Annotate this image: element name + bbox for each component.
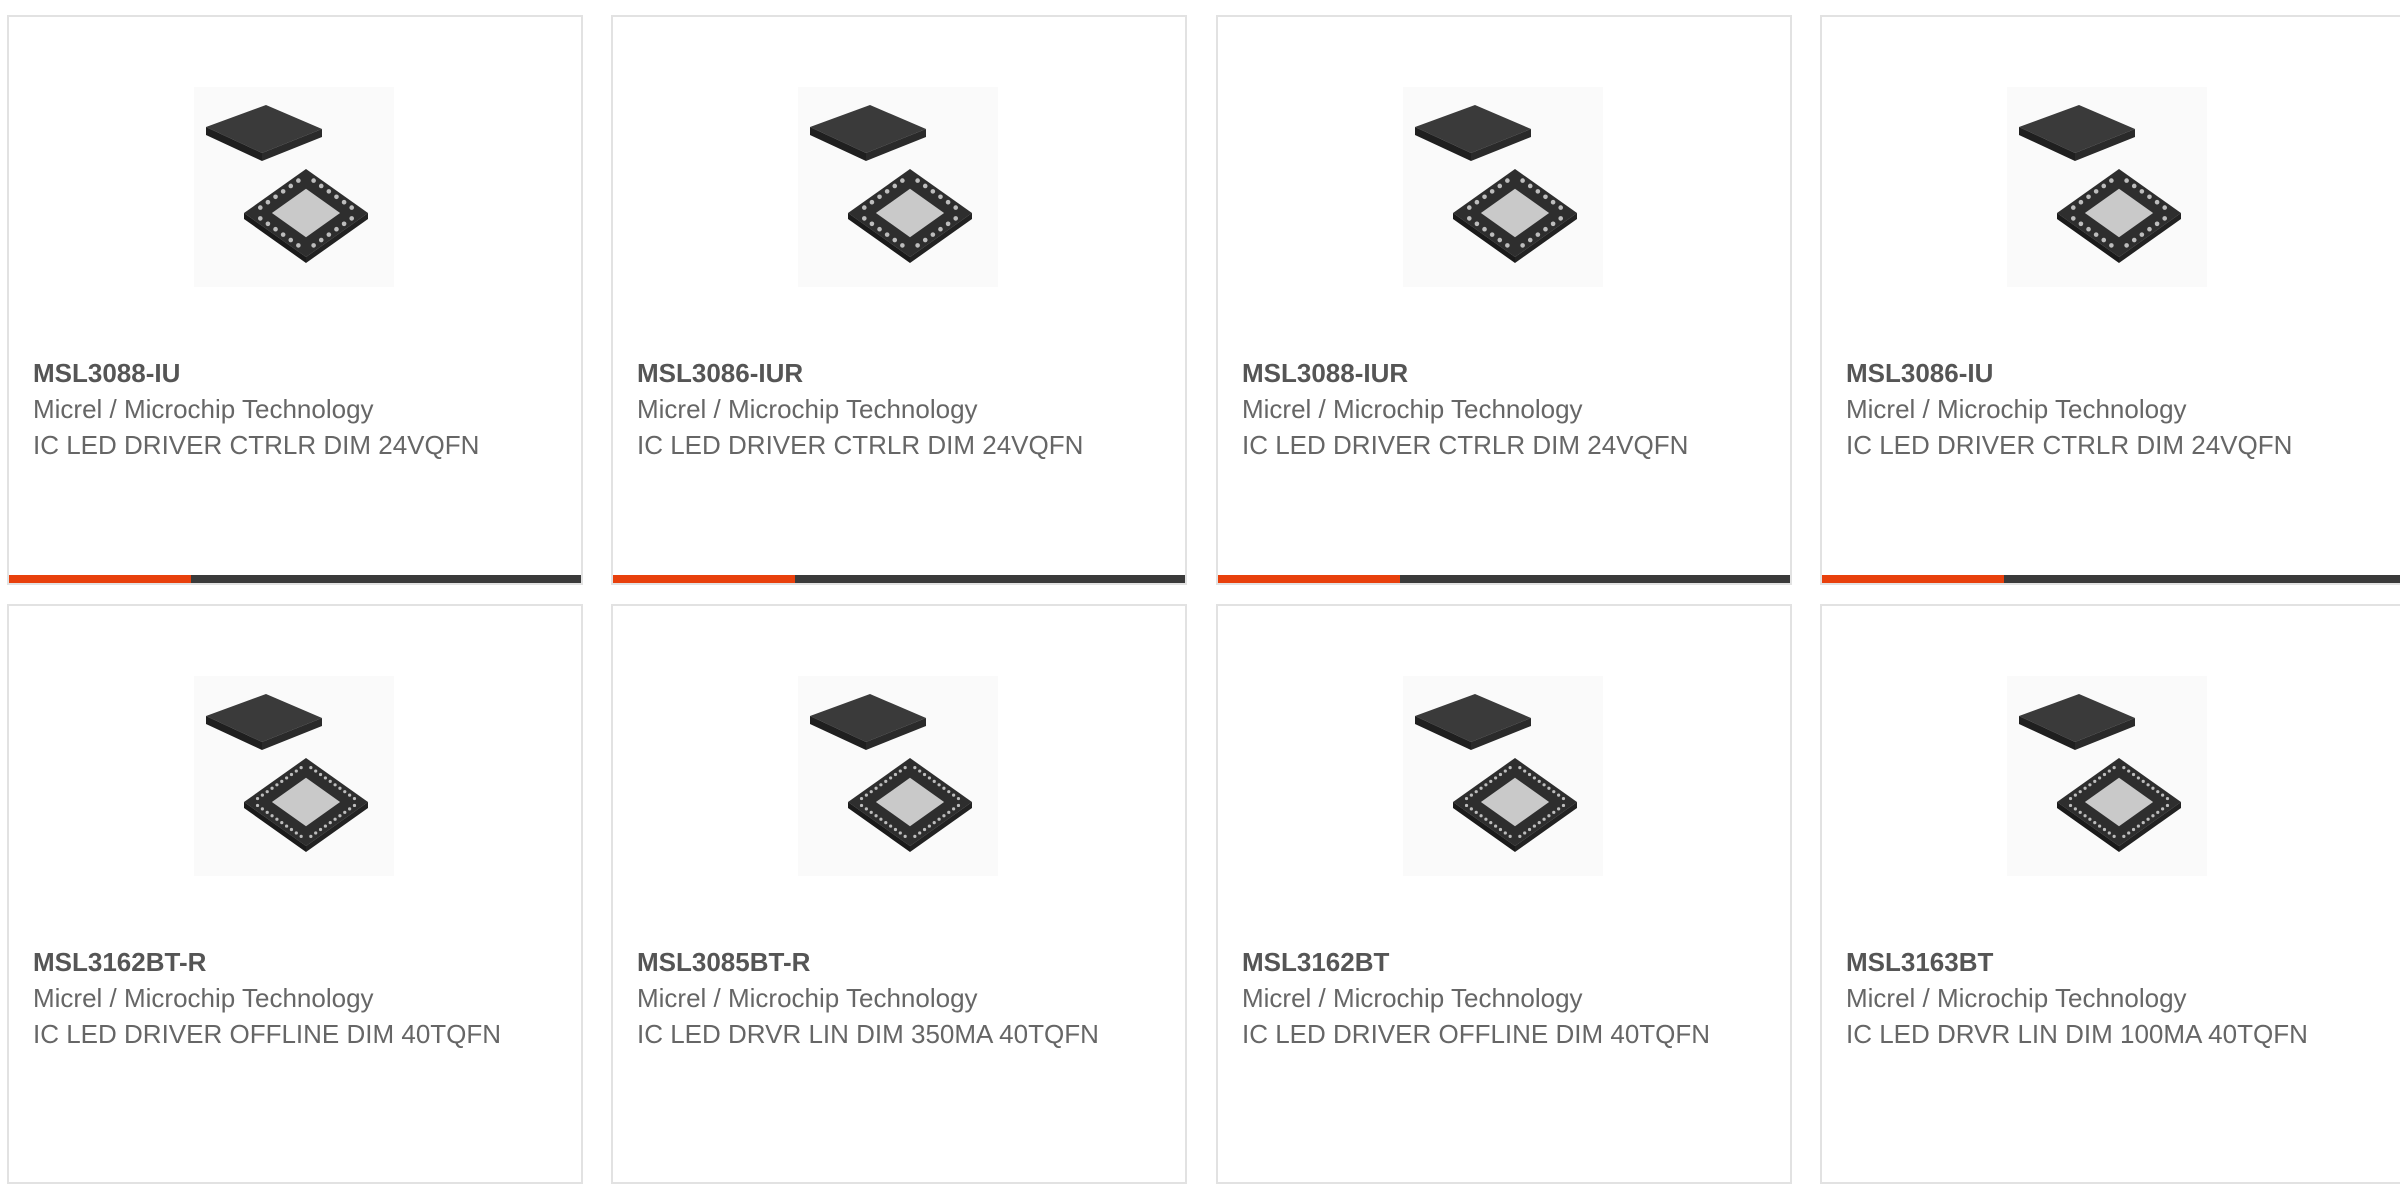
qfn-chip-image[interactable] bbox=[798, 87, 998, 287]
card-accent-bar bbox=[9, 575, 581, 583]
part-number-link[interactable]: MSL3086-IUR bbox=[637, 355, 1157, 391]
description-text: IC LED DRVR LIN DIM 100MA 40TQFN bbox=[1846, 1019, 2308, 1049]
product-card[interactable]: MSL3162BT Micrel / Microchip Technology … bbox=[1216, 604, 1792, 1184]
product-card[interactable]: MSL3086-IUR Micrel / Microchip Technolog… bbox=[611, 15, 1187, 585]
part-number-link[interactable]: MSL3088-IU bbox=[33, 355, 553, 391]
manufacturer-label: Micrel / Microchip Technology bbox=[637, 394, 978, 424]
product-grid: MSL3088-IU Micrel / Microchip Technology… bbox=[0, 0, 2400, 1184]
description-text: IC LED DRIVER OFFLINE DIM 40TQFN bbox=[33, 1019, 502, 1049]
product-card[interactable]: MSL3088-IUR Micrel / Microchip Technolog… bbox=[1216, 15, 1792, 585]
card-accent-bar bbox=[613, 575, 1185, 583]
part-number-link[interactable]: MSL3088-IUR bbox=[1242, 355, 1762, 391]
part-number-link[interactable]: MSL3085BT-R bbox=[637, 944, 1157, 980]
manufacturer-label: Micrel / Microchip Technology bbox=[1242, 983, 1583, 1013]
manufacturer-label: Micrel / Microchip Technology bbox=[637, 983, 978, 1013]
product-card[interactable]: MSL3163BT Micrel / Microchip Technology … bbox=[1820, 604, 2400, 1184]
tqfn-chip-image[interactable] bbox=[194, 676, 394, 876]
part-number-link[interactable]: MSL3086-IU bbox=[1846, 355, 2366, 391]
part-number-link[interactable]: MSL3162BT-R bbox=[33, 944, 553, 980]
description-text: IC LED DRVR LIN DIM 350MA 40TQFN bbox=[637, 1019, 1099, 1049]
manufacturer-label: Micrel / Microchip Technology bbox=[1242, 394, 1583, 424]
description-text: IC LED DRIVER CTRLR DIM 24VQFN bbox=[637, 430, 1084, 460]
manufacturer-label: Micrel / Microchip Technology bbox=[1846, 983, 2187, 1013]
qfn-chip-image[interactable] bbox=[2007, 87, 2207, 287]
description-text: IC LED DRIVER OFFLINE DIM 40TQFN bbox=[1242, 1019, 1711, 1049]
part-number-link[interactable]: MSL3162BT bbox=[1242, 944, 1762, 980]
qfn-chip-image[interactable] bbox=[194, 87, 394, 287]
tqfn-chip-image[interactable] bbox=[1403, 676, 1603, 876]
tqfn-chip-image[interactable] bbox=[2007, 676, 2207, 876]
product-card[interactable]: MSL3088-IU Micrel / Microchip Technology… bbox=[7, 15, 583, 585]
card-accent-bar bbox=[1822, 575, 2400, 583]
manufacturer-label: Micrel / Microchip Technology bbox=[33, 983, 374, 1013]
product-card[interactable]: MSL3085BT-R Micrel / Microchip Technolog… bbox=[611, 604, 1187, 1184]
part-number-link[interactable]: MSL3163BT bbox=[1846, 944, 2366, 980]
card-accent-bar bbox=[1218, 575, 1790, 583]
manufacturer-label: Micrel / Microchip Technology bbox=[1846, 394, 2187, 424]
qfn-chip-image[interactable] bbox=[1403, 87, 1603, 287]
tqfn-chip-image[interactable] bbox=[798, 676, 998, 876]
description-text: IC LED DRIVER CTRLR DIM 24VQFN bbox=[1242, 430, 1689, 460]
manufacturer-label: Micrel / Microchip Technology bbox=[33, 394, 374, 424]
product-card[interactable]: MSL3162BT-R Micrel / Microchip Technolog… bbox=[7, 604, 583, 1184]
description-text: IC LED DRIVER CTRLR DIM 24VQFN bbox=[1846, 430, 2293, 460]
product-card[interactable]: MSL3086-IU Micrel / Microchip Technology… bbox=[1820, 15, 2400, 585]
description-text: IC LED DRIVER CTRLR DIM 24VQFN bbox=[33, 430, 480, 460]
